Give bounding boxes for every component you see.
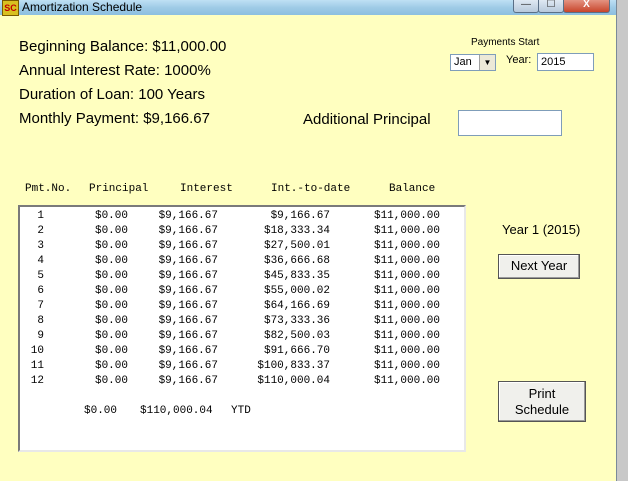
table-row: 11 $0.00 $9,166.67 $100,833.37 $11,000.00 — [20, 360, 460, 375]
cell-principal: $0.00 — [94, 225, 128, 237]
payments-start-label: Payments Start — [471, 37, 540, 48]
cell-principal: $0.00 — [94, 345, 128, 357]
cell-balance: $11,000.00 — [373, 270, 440, 282]
cell-principal: $0.00 — [94, 300, 128, 312]
header-pmt-no: Pmt.No. — [25, 183, 72, 195]
ytd-principal: $0.00 — [84, 405, 118, 417]
cell-interest: $9,166.67 — [158, 300, 218, 312]
table-row: 3 $0.00 $9,166.67 $27,500.01 $11,000.00 — [20, 240, 460, 255]
cell-balance: $11,000.00 — [373, 240, 440, 252]
cell-int-to-date: $36,666.68 — [263, 255, 330, 267]
cell-balance: $11,000.00 — [373, 285, 440, 297]
cell-balance: $11,000.00 — [373, 300, 440, 312]
schedule-listbox[interactable]: 1 $0.00 $9,166.67 $9,166.67 $11,000.00 2 $0.0… — [18, 205, 466, 452]
header-interest: Interest — [180, 183, 233, 195]
additional-principal-label: Additional Principal — [303, 111, 431, 128]
cell-interest: $9,166.67 — [158, 315, 218, 327]
cell-interest: $9,166.67 — [158, 225, 218, 237]
cell-balance: $11,000.00 — [373, 225, 440, 237]
start-year-input[interactable]: 2015 — [537, 53, 594, 71]
close-button[interactable]: X — [563, 0, 610, 13]
cell-int-to-date: $110,000.04 — [257, 375, 330, 387]
cell-int-to-date: $9,166.67 — [270, 210, 330, 222]
cell-interest: $9,166.67 — [158, 240, 218, 252]
print-button-label-line1: Print — [528, 386, 556, 401]
cell-interest: $9,166.67 — [158, 330, 218, 342]
cell-interest: $9,166.67 — [158, 270, 218, 282]
table-row: 4 $0.00 $9,166.67 $36,666.68 $11,000.00 — [20, 255, 460, 270]
additional-principal-input[interactable] — [458, 110, 562, 136]
table-row: 6 $0.00 $9,166.67 $55,000.02 $11,000.00 — [20, 285, 460, 300]
cell-int-to-date: $100,833.37 — [257, 360, 330, 372]
cell-principal: $0.00 — [94, 270, 128, 282]
start-month-value: Jan — [454, 56, 472, 68]
header-balance: Balance — [389, 183, 436, 195]
start-month-select[interactable]: Jan ▼ — [450, 54, 496, 71]
table-row: 2 $0.00 $9,166.67 $18,333.34 $11,000.00 — [20, 225, 460, 240]
cell-balance: $11,000.00 — [373, 255, 440, 267]
year-label: Year: — [506, 54, 532, 66]
table-row: 5 $0.00 $9,166.67 $45,833.35 $11,000.00 — [20, 270, 460, 285]
table-row: 7 $0.00 $9,166.67 $64,166.69 $11,000.00 — [20, 300, 460, 315]
cell-principal: $0.00 — [94, 210, 128, 222]
background-edge — [617, 0, 628, 481]
print-button-label-line2: Schedule — [514, 402, 570, 417]
minimize-button[interactable]: — — [513, 0, 539, 13]
cell-balance: $11,000.00 — [373, 345, 440, 357]
cell-principal: $0.00 — [94, 330, 128, 342]
table-row: 8 $0.00 $9,166.67 $73,333.36 $11,000.00 — [20, 315, 460, 330]
cell-principal: $0.00 — [94, 375, 128, 387]
cell-balance: $11,000.00 — [373, 315, 440, 327]
loan-duration: Duration of Loan: 100 Years — [19, 86, 205, 103]
cell-int-to-date: $73,333.36 — [263, 315, 330, 327]
app-icon: SC — [2, 0, 19, 16]
cell-interest: $9,166.67 — [158, 375, 218, 387]
cell-int-to-date: $82,500.03 — [263, 330, 330, 342]
cell-int-to-date: $45,833.35 — [263, 270, 330, 282]
cell-principal: $0.00 — [94, 315, 128, 327]
next-year-button[interactable]: Next Year — [498, 254, 580, 279]
window-title: Amortization Schedule — [22, 0, 143, 14]
chevron-down-icon[interactable]: ▼ — [479, 55, 495, 70]
cell-principal: $0.00 — [94, 255, 128, 267]
header-principal: Principal — [89, 183, 149, 195]
cell-interest: $9,166.67 — [158, 255, 218, 267]
cell-int-to-date: $55,000.02 — [263, 285, 330, 297]
beginning-balance: Beginning Balance: $11,000.00 — [19, 38, 227, 55]
maximize-button[interactable]: ☐ — [538, 0, 564, 13]
cell-balance: $11,000.00 — [373, 210, 440, 222]
cell-int-to-date: $18,333.34 — [263, 225, 330, 237]
cell-balance: $11,000.00 — [373, 375, 440, 387]
cell-interest: $9,166.67 — [158, 285, 218, 297]
cell-balance: $11,000.00 — [373, 360, 440, 372]
monthly-payment: Monthly Payment: $9,166.67 — [19, 110, 210, 127]
annual-interest-rate: Annual Interest Rate: 1000% — [19, 62, 211, 79]
cell-interest: $9,166.67 — [158, 210, 218, 222]
print-schedule-button[interactable]: Print Schedule — [498, 381, 586, 422]
table-row: 10 $0.00 $9,166.67 $91,666.70 $11,000.00 — [20, 345, 460, 360]
header-int-to-date: Int.-to-date — [271, 183, 351, 195]
table-row: 9 $0.00 $9,166.67 $82,500.03 $11,000.00 — [20, 330, 460, 345]
cell-int-to-date: $64,166.69 — [263, 300, 330, 312]
table-row: 1 $0.00 $9,166.67 $9,166.67 $11,000.00 — [20, 210, 460, 225]
ytd-interest: $110,000.04 — [140, 405, 213, 417]
ytd-label: YTD — [231, 405, 251, 417]
cell-int-to-date: $91,666.70 — [263, 345, 330, 357]
cell-balance: $11,000.00 — [373, 330, 440, 342]
title-bar[interactable]: SC Amortization Schedule — ☐ X — [0, 0, 616, 16]
cell-principal: $0.00 — [94, 360, 128, 372]
current-year-label: Year 1 (2015) — [502, 222, 581, 237]
amortization-window: SC Amortization Schedule — ☐ X Beginning… — [0, 0, 617, 481]
cell-int-to-date: $27,500.01 — [263, 240, 330, 252]
cell-interest: $9,166.67 — [158, 360, 218, 372]
cell-interest: $9,166.67 — [158, 345, 218, 357]
cell-principal: $0.00 — [94, 240, 128, 252]
table-row: 12 $0.00 $9,166.67 $110,000.04 $11,000.00 — [20, 375, 460, 390]
cell-principal: $0.00 — [94, 285, 128, 297]
